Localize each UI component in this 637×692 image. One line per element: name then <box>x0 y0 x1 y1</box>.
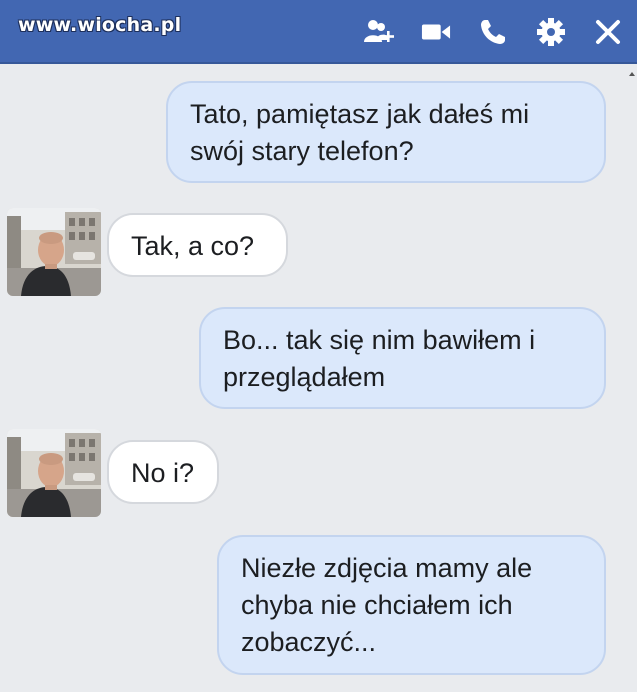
message-outgoing[interactable]: Tato, pamiętasz jak dałeś mi swój stary … <box>166 81 606 183</box>
message-outgoing[interactable]: Niezłe zdjęcia mamy ale chyba nie chciał… <box>217 535 606 675</box>
message-text: Tak, a co? <box>131 231 255 261</box>
avatar[interactable] <box>7 429 101 517</box>
phone-call-icon[interactable] <box>478 17 508 47</box>
message-incoming[interactable]: No i? <box>107 440 219 504</box>
message-outgoing[interactable]: Bo... tak się nim bawiłem i przeglądałem <box>199 307 606 409</box>
avatar[interactable] <box>7 208 101 296</box>
message-text: No i? <box>131 458 195 488</box>
chat-header: www.wiocha.pl <box>0 0 637 64</box>
message-text: Niezłe zdjęcia mamy ale chyba nie chciał… <box>241 553 533 657</box>
message-text: Tato, pamiętasz jak dałeś mi swój stary … <box>190 99 530 166</box>
video-call-icon[interactable] <box>421 17 451 47</box>
close-icon[interactable] <box>593 17 623 47</box>
scroll-up-arrow-icon[interactable] <box>629 72 635 76</box>
message-text: Bo... tak się nim bawiłem i przeglądałem <box>223 325 536 392</box>
message-incoming[interactable]: Tak, a co? <box>107 213 288 277</box>
settings-gear-icon[interactable] <box>536 17 566 47</box>
watermark: www.wiocha.pl <box>18 14 182 36</box>
add-person-icon[interactable] <box>364 17 394 47</box>
